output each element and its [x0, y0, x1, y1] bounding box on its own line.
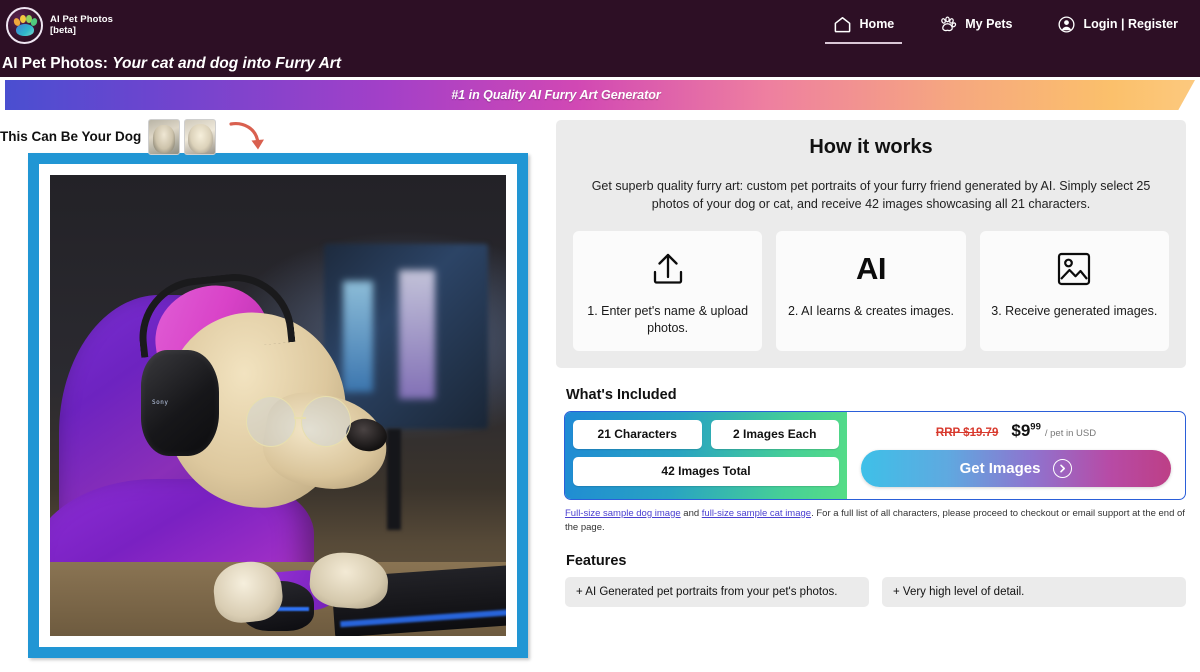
- thumbnail-dog-1[interactable]: [148, 119, 180, 155]
- teaser-label: This Can Be Your Dog: [0, 129, 141, 144]
- paw-logo-icon: [12, 13, 38, 39]
- how-it-works-panel: How it works Get superb quality furry ar…: [556, 120, 1186, 368]
- chevron-right-icon: [1053, 459, 1072, 478]
- how-it-works-description: Get superb quality furry art: custom pet…: [573, 178, 1169, 213]
- how-it-works-steps: 1. Enter pet's name & upload photos. AI …: [573, 231, 1169, 351]
- hero-image-dog-furry-art[interactable]: Sony: [50, 175, 506, 636]
- home-icon: [833, 15, 852, 34]
- fineprint-text: Full-size sample dog image and full-size…: [565, 507, 1186, 535]
- nav-item-my-pets[interactable]: My Pets: [938, 15, 1012, 37]
- teaser-row: This Can Be Your Dog: [0, 113, 556, 153]
- nav-item-home[interactable]: Home: [833, 15, 895, 37]
- page-title: AI Pet Photos: Your cat and dog into Fur…: [2, 55, 341, 73]
- how-it-works-heading: How it works: [573, 136, 1169, 159]
- promo-ribbon-wrap: #1 in Quality AI Furry Art Generator: [0, 77, 1200, 113]
- logo-badge: [6, 7, 43, 44]
- main-content: This Can Be Your Dog: [0, 113, 1200, 672]
- step-card-2: AI 2. AI learns & creates images.: [776, 231, 965, 351]
- chip-images-each: 2 Images Each: [711, 420, 840, 449]
- brand-name: AI Pet Photos: [50, 15, 113, 26]
- main-nav: Home My Pets Log: [833, 15, 1200, 37]
- chip-characters: 21 Characters: [573, 420, 702, 449]
- nav-label-home: Home: [860, 17, 895, 31]
- step-card-3: 3. Receive generated images.: [980, 231, 1169, 351]
- promo-ribbon-text: #1 in Quality AI Furry Art Generator: [451, 88, 661, 102]
- step-label-3: 3. Receive generated images.: [991, 303, 1157, 320]
- nav-label-my-pets: My Pets: [965, 17, 1012, 31]
- current-price: $999: [1011, 421, 1041, 441]
- price-cents: 99: [1030, 421, 1041, 432]
- whats-included-panel: 21 Characters 2 Images Each 42 Images To…: [564, 411, 1186, 500]
- site-header: AI Pet Photos [beta] Home: [0, 0, 1200, 51]
- page-title-bar: AI Pet Photos: Your cat and dog into Fur…: [0, 51, 1200, 77]
- price-main: $9: [1011, 421, 1030, 440]
- ai-text-icon: AI: [856, 247, 886, 291]
- rrp-price: RRP $19.79: [936, 427, 998, 439]
- link-sample-dog-image[interactable]: Full-size sample dog image: [565, 508, 681, 519]
- purchase-area: RRP $19.79 $999 / pet in USD Get Images: [847, 412, 1185, 499]
- left-column: This Can Be Your Dog: [0, 113, 556, 672]
- feature-card-2: + Very high level of detail.: [882, 577, 1186, 607]
- fineprint-between: and: [681, 508, 702, 519]
- get-images-label: Get Images: [960, 460, 1041, 477]
- brand-beta-tag: [beta]: [50, 26, 113, 37]
- nav-label-login-register: Login | Register: [1084, 17, 1178, 31]
- step-label-1: 1. Enter pet's name & upload photos.: [581, 303, 754, 337]
- ai-text-glyph: AI: [856, 251, 886, 287]
- features-heading: Features: [566, 553, 1200, 569]
- upload-icon: [646, 247, 690, 291]
- brand-logo[interactable]: AI Pet Photos [beta]: [0, 7, 113, 44]
- hero-image-frame: Sony: [28, 153, 528, 658]
- page-title-prefix: AI Pet Photos:: [2, 55, 108, 72]
- paw-icon: [938, 15, 957, 34]
- image-icon: [1054, 247, 1094, 291]
- nav-item-login-register[interactable]: Login | Register: [1057, 15, 1178, 37]
- thumbnail-dog-2[interactable]: [184, 119, 216, 155]
- promo-ribbon: #1 in Quality AI Furry Art Generator: [5, 80, 1195, 110]
- link-sample-cat-image[interactable]: full-size sample cat image: [702, 508, 811, 519]
- step-label-2: 2. AI learns & creates images.: [788, 303, 954, 320]
- whats-included-heading: What's Included: [566, 387, 1200, 403]
- user-circle-icon: [1057, 15, 1076, 34]
- feature-card-1: + AI Generated pet portraits from your p…: [565, 577, 869, 607]
- chip-images-total: 42 Images Total: [573, 457, 839, 486]
- included-chips: 21 Characters 2 Images Each 42 Images To…: [565, 412, 847, 499]
- right-column: How it works Get superb quality furry ar…: [556, 113, 1200, 672]
- get-images-button[interactable]: Get Images: [861, 450, 1171, 487]
- curved-arrow-icon: [227, 118, 269, 156]
- step-card-1: 1. Enter pet's name & upload photos.: [573, 231, 762, 351]
- page-title-emphasis: Your cat and dog into Furry Art: [112, 55, 341, 72]
- price-unit: / pet in USD: [1045, 428, 1096, 439]
- sample-thumbnails: [148, 119, 216, 155]
- price-row: RRP $19.79 $999 / pet in USD: [861, 421, 1171, 441]
- features-row: + AI Generated pet portraits from your p…: [565, 577, 1186, 607]
